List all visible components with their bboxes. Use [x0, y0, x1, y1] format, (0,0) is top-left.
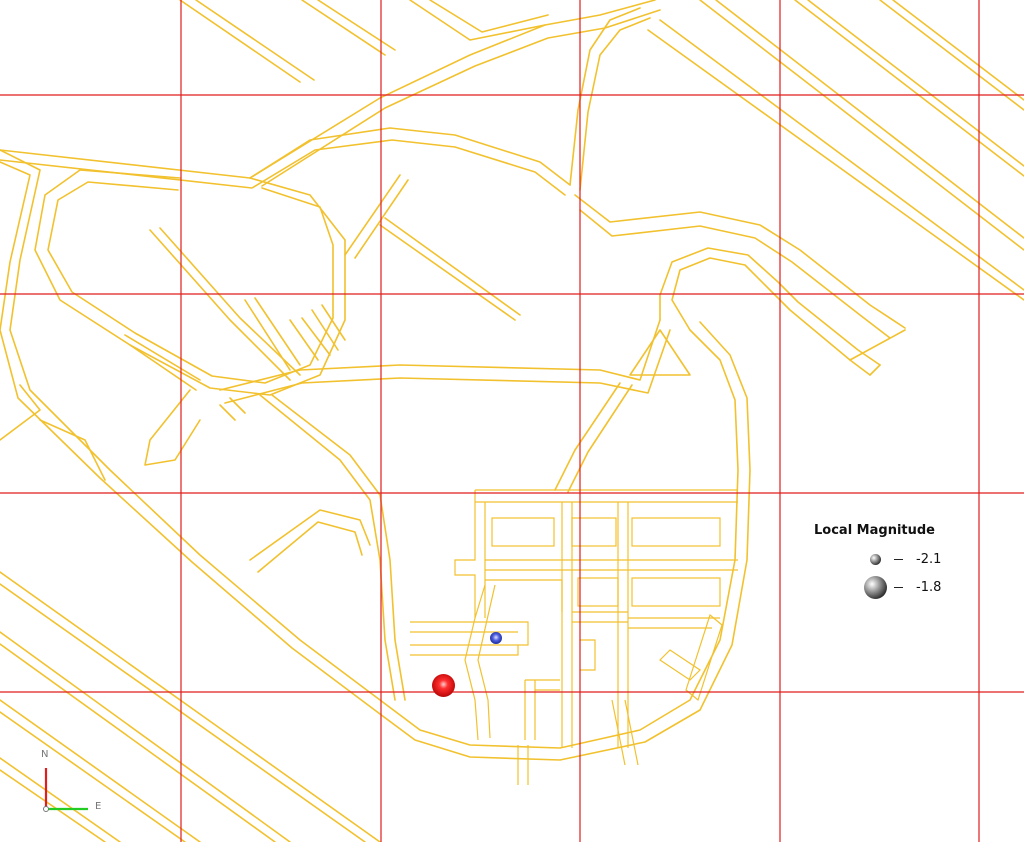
legend-title: Local Magnitude [814, 523, 935, 538]
east-label: E [95, 801, 102, 812]
main-roads [0, 0, 906, 761]
legend-value: -1.8 [916, 580, 942, 595]
coordinate-grid [0, 0, 1024, 842]
orientation-axes: N E [36, 748, 116, 818]
runway-strips-top-right [647, 0, 1024, 301]
event-marker-red[interactable] [432, 674, 455, 697]
map-viewport[interactable]: Local Magnitude -2.1 -1.8 N E [0, 0, 1024, 842]
runway-strips-top-left [179, 0, 549, 83]
legend-dash [894, 587, 903, 588]
legend-entry: -1.8 [806, 576, 976, 600]
legend-entry: -2.1 [806, 548, 976, 572]
north-label: N [41, 749, 49, 760]
legend-dash [894, 559, 903, 560]
sphere-small-icon [870, 554, 881, 565]
terminal-apron [410, 489, 738, 785]
sphere-large-icon [864, 576, 887, 599]
map-canvas[interactable] [0, 0, 1024, 842]
event-marker-blue[interactable] [490, 632, 502, 644]
legend-value: -2.1 [916, 552, 942, 567]
road-network [0, 0, 1024, 842]
magnitude-legend: Local Magnitude -2.1 -1.8 [806, 520, 976, 610]
